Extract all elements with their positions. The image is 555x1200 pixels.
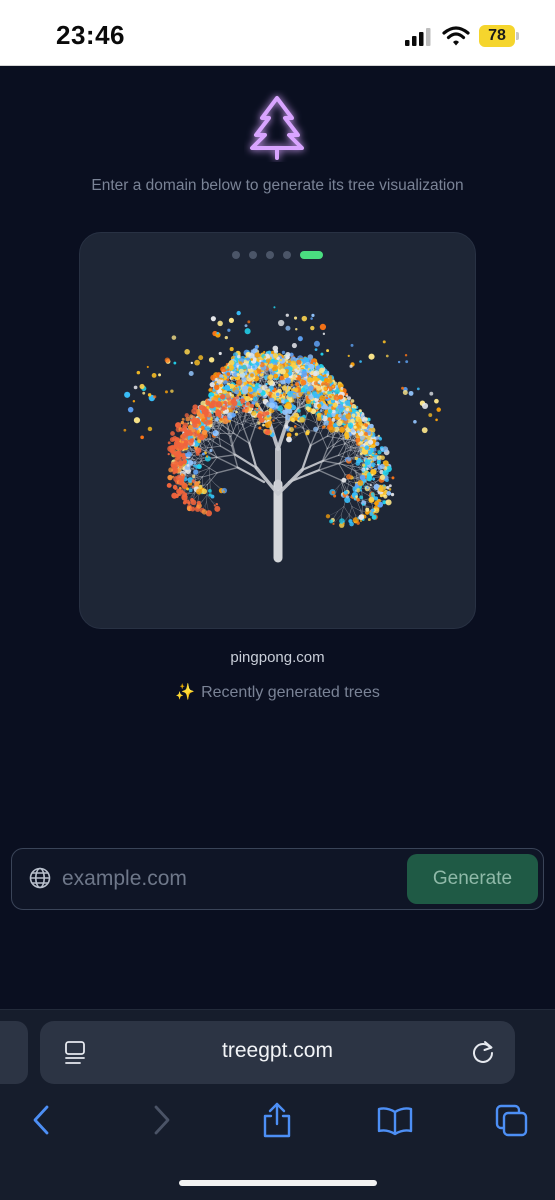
forward-icon[interactable] [149,1102,175,1138]
recent-trees-label: Recently generated trees [201,684,380,701]
sparkles-icon: ✨ [175,684,196,701]
reload-icon[interactable] [470,1039,496,1065]
wifi-icon [442,26,470,46]
domain-tree-visualization [123,306,441,563]
share-icon[interactable] [260,1102,294,1138]
tree-icon [250,96,304,160]
battery-indicator: 78 [479,25,515,47]
status-time: 23:46 [56,20,125,50]
bookmarks-icon[interactable] [376,1102,414,1138]
domain-input[interactable] [62,858,392,900]
showcase-domain-label: pingpong.com [230,649,325,666]
generate-button[interactable]: Generate [407,854,538,904]
previous-tab-peek[interactable] [0,1021,28,1084]
recent-trees-link[interactable]: ✨ Recently generated trees [0,682,555,702]
home-indicator [179,1180,377,1186]
globe-icon [29,867,51,889]
cellular-signal-icon [405,28,431,46]
address-bar-url[interactable]: treegpt.com [40,1039,515,1063]
page-subtitle: Enter a domain below to generate its tre… [91,177,464,194]
tabs-icon[interactable] [494,1102,530,1138]
battery-tip [516,32,519,40]
back-icon[interactable] [28,1102,54,1138]
